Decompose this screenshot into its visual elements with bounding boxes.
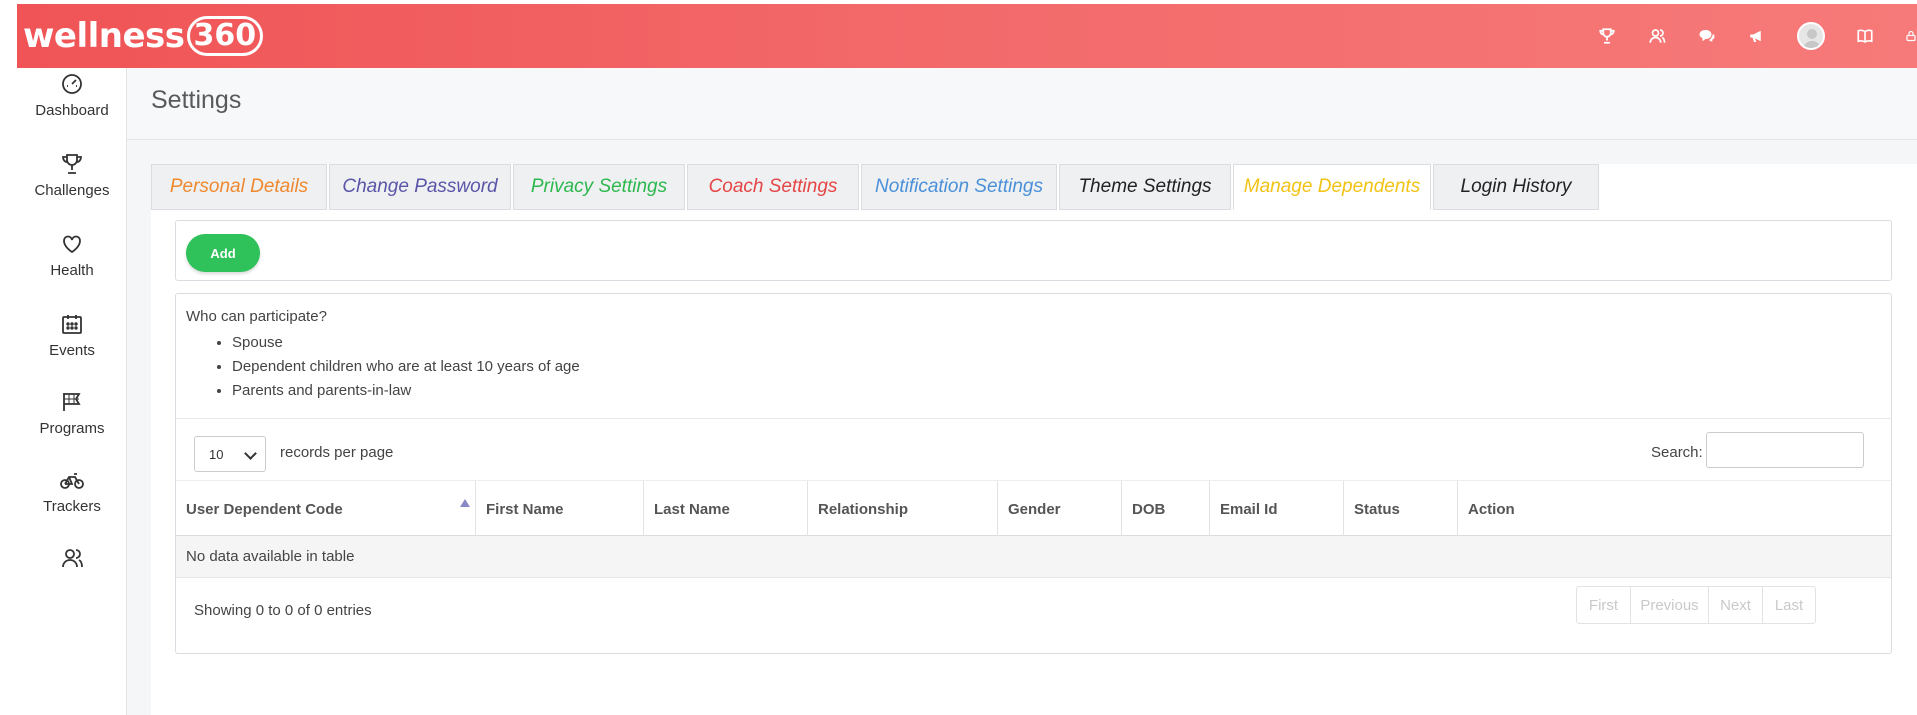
sidebar-item-label: Challenges [34, 182, 110, 199]
column-label: DOB [1132, 500, 1166, 518]
sidebar: Dashboard Challenges Health Events Progr… [17, 68, 127, 715]
dependents-table: User Dependent Code First Name Last Name… [176, 480, 1891, 578]
column-header-status[interactable]: Status [1344, 481, 1458, 537]
eligibility-info: Who can participate? Spouse Dependent ch… [186, 308, 580, 403]
sidebar-item-label: Trackers [43, 498, 101, 515]
trophy-icon [62, 154, 82, 174]
sidebar-item-label: Dashboard [35, 102, 109, 119]
table-info: Showing 0 to 0 of 0 entries [194, 602, 372, 619]
page-length-label: records per page [280, 444, 394, 461]
megaphone-icon[interactable] [1747, 26, 1767, 46]
trophy-icon[interactable] [1597, 26, 1617, 46]
calendar-icon [62, 315, 82, 334]
search-input[interactable] [1706, 432, 1864, 468]
speedometer-icon [62, 74, 82, 94]
chat-icon[interactable] [1697, 26, 1717, 46]
avatar-image [1797, 22, 1825, 50]
add-panel: Add [175, 220, 1892, 281]
main-content: Settings Personal Details Change Password… [127, 68, 1917, 715]
top-header: wellness 360 [17, 4, 1917, 68]
header-icon-bar [1567, 4, 1917, 68]
search-label: Search: [1651, 444, 1703, 461]
sidebar-item-community[interactable] [17, 546, 127, 576]
column-header-gender[interactable]: Gender [998, 481, 1122, 537]
tab-notification-settings[interactable]: Notification Settings [861, 164, 1057, 210]
tab-privacy-settings[interactable]: Privacy Settings [513, 164, 685, 210]
add-button[interactable]: Add [186, 234, 260, 272]
pagination-next[interactable]: Next [1709, 587, 1763, 623]
tab-coach-settings[interactable]: Coach Settings [687, 164, 859, 210]
heart-icon [63, 235, 81, 254]
column-label: First Name [486, 500, 564, 518]
sidebar-item-label: Health [50, 262, 94, 279]
pagination-first[interactable]: First [1577, 587, 1631, 623]
tab-login-history[interactable]: Login History [1433, 164, 1599, 210]
tab-change-password[interactable]: Change Password [329, 164, 511, 210]
page-title: Settings [151, 86, 242, 114]
lock-icon[interactable] [1905, 26, 1917, 46]
sidebar-item-dashboard[interactable]: Dashboard [17, 72, 127, 120]
sidebar-item-health[interactable]: Health [17, 232, 127, 280]
table-empty-row: No data available in table [176, 536, 1891, 578]
settings-tabs: Personal Details Change Password Privacy S… [151, 164, 1601, 210]
brand-suffix: 360 [186, 16, 264, 56]
flag-icon [63, 393, 81, 411]
chevron-down-icon [244, 447, 257, 460]
users-icon[interactable] [1647, 26, 1667, 46]
eligibility-heading: Who can participate? [186, 308, 327, 325]
pagination: First Previous Next Last [1576, 586, 1816, 624]
brand-name: wellness [23, 16, 185, 56]
column-label: Email Id [1220, 500, 1278, 518]
tab-personal-details[interactable]: Personal Details [151, 164, 327, 210]
sidebar-item-label: Programs [39, 420, 105, 437]
bicycle-icon [60, 473, 84, 489]
sidebar-item-programs[interactable]: Programs [17, 390, 127, 438]
users-icon [62, 549, 83, 568]
eligibility-item: Spouse [232, 331, 580, 355]
avatar[interactable] [1797, 22, 1825, 50]
page-length-select[interactable]: 10 [194, 436, 266, 472]
sidebar-item-trackers[interactable]: Trackers [17, 468, 127, 516]
column-label: Gender [1008, 500, 1061, 518]
eligibility-item: Dependent children who are at least 10 y… [232, 355, 580, 379]
settings-card: Personal Details Change Password Privacy S… [151, 164, 1917, 715]
book-icon[interactable] [1855, 26, 1875, 46]
column-header-last-name[interactable]: Last Name [644, 481, 808, 537]
tab-manage-dependents[interactable]: Manage Dependents [1233, 164, 1431, 210]
column-header-email-id[interactable]: Email Id [1210, 481, 1344, 537]
page-title-bar: Settings [127, 68, 1917, 140]
column-label: Status [1354, 500, 1400, 518]
sidebar-item-label: Events [49, 342, 95, 359]
column-header-user-dependent-code[interactable]: User Dependent Code [176, 481, 476, 537]
column-header-dob[interactable]: DOB [1122, 481, 1210, 537]
pagination-last[interactable]: Last [1763, 587, 1815, 623]
table-header: User Dependent Code First Name Last Name… [176, 480, 1891, 537]
column-label: Relationship [818, 500, 909, 518]
column-header-relationship[interactable]: Relationship [808, 481, 998, 537]
sidebar-item-events[interactable]: Events [17, 312, 127, 360]
eligibility-list: Spouse Dependent children who are at lea… [232, 331, 580, 403]
dependents-panel: Who can participate? Spouse Dependent ch… [175, 293, 1892, 654]
column-label: User Dependent Code [186, 500, 343, 518]
page-length-value: 10 [209, 446, 224, 462]
sort-ascending-icon [460, 499, 470, 507]
tab-theme-settings[interactable]: Theme Settings [1059, 164, 1231, 210]
column-label: Last Name [654, 500, 730, 518]
divider [176, 418, 1891, 419]
brand-logo[interactable]: wellness 360 [23, 12, 264, 60]
eligibility-item: Parents and parents-in-law [232, 379, 580, 403]
column-header-first-name[interactable]: First Name [476, 481, 644, 537]
column-header-action[interactable]: Action [1458, 481, 1575, 537]
sidebar-item-challenges[interactable]: Challenges [17, 152, 127, 200]
pagination-previous[interactable]: Previous [1631, 587, 1709, 623]
column-label: Action [1468, 500, 1515, 518]
